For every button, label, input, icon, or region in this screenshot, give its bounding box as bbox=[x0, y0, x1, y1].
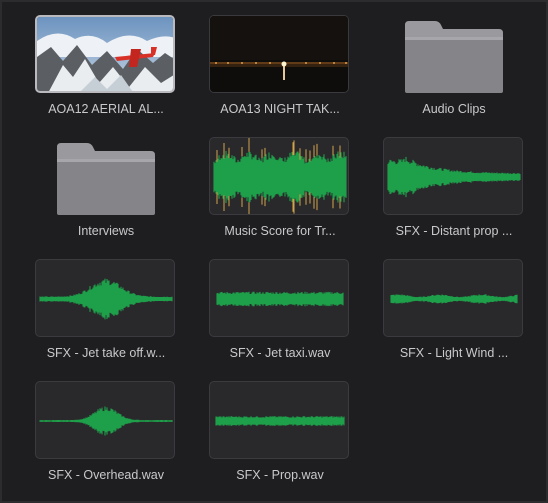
folder-label: Audio Clips bbox=[422, 102, 486, 116]
clip-label: AOA13 NIGHT TAK... bbox=[220, 102, 340, 116]
clip-item[interactable]: SFX - Overhead.wav bbox=[35, 381, 177, 503]
waveform-thumbnail[interactable] bbox=[209, 259, 349, 337]
waveform-thumbnail[interactable] bbox=[209, 137, 349, 215]
folder-icon[interactable] bbox=[383, 15, 523, 93]
clip-label: Music Score for Tr... bbox=[224, 224, 336, 238]
clip-item[interactable]: AOA12 AERIAL AL... bbox=[35, 15, 177, 137]
clip-label: AOA12 AERIAL AL... bbox=[48, 102, 164, 116]
clip-item[interactable]: AOA13 NIGHT TAK... bbox=[209, 15, 351, 137]
waveform-thumbnail[interactable] bbox=[35, 381, 175, 459]
clip-item[interactable]: SFX - Light Wind ... bbox=[383, 259, 525, 381]
clip-item[interactable]: SFX - Jet take off.w... bbox=[35, 259, 177, 381]
media-pool-panel: AOA12 AERIAL AL... AOA13 NIGHT TAK... Au… bbox=[0, 0, 548, 503]
clip-item[interactable]: Music Score for Tr... bbox=[209, 137, 351, 259]
clip-label: SFX - Light Wind ... bbox=[399, 346, 509, 360]
clip-grid: AOA12 AERIAL AL... AOA13 NIGHT TAK... Au… bbox=[35, 15, 525, 503]
clip-label: SFX - Distant prop ... bbox=[395, 224, 513, 238]
clip-label: SFX - Overhead.wav bbox=[47, 468, 164, 482]
folder-label: Interviews bbox=[77, 224, 135, 238]
folder-icon[interactable] bbox=[35, 137, 175, 215]
clip-label: SFX - Jet taxi.wav bbox=[229, 346, 331, 360]
clip-label: SFX - Prop.wav bbox=[236, 468, 324, 482]
aerial-plane-thumbnail[interactable] bbox=[35, 15, 175, 93]
clip-item[interactable]: SFX - Jet taxi.wav bbox=[209, 259, 351, 381]
clip-item[interactable]: SFX - Prop.wav bbox=[209, 381, 351, 503]
waveform-thumbnail[interactable] bbox=[383, 137, 523, 215]
waveform-thumbnail[interactable] bbox=[209, 381, 349, 459]
clip-label: SFX - Jet take off.w... bbox=[46, 346, 166, 360]
waveform-thumbnail[interactable] bbox=[383, 259, 523, 337]
waveform-thumbnail[interactable] bbox=[35, 259, 175, 337]
folder-item[interactable]: Audio Clips bbox=[383, 15, 525, 137]
folder-item[interactable]: Interviews bbox=[35, 137, 177, 259]
clip-item[interactable]: SFX - Distant prop ... bbox=[383, 137, 525, 259]
night-runway-thumbnail[interactable] bbox=[209, 15, 349, 93]
